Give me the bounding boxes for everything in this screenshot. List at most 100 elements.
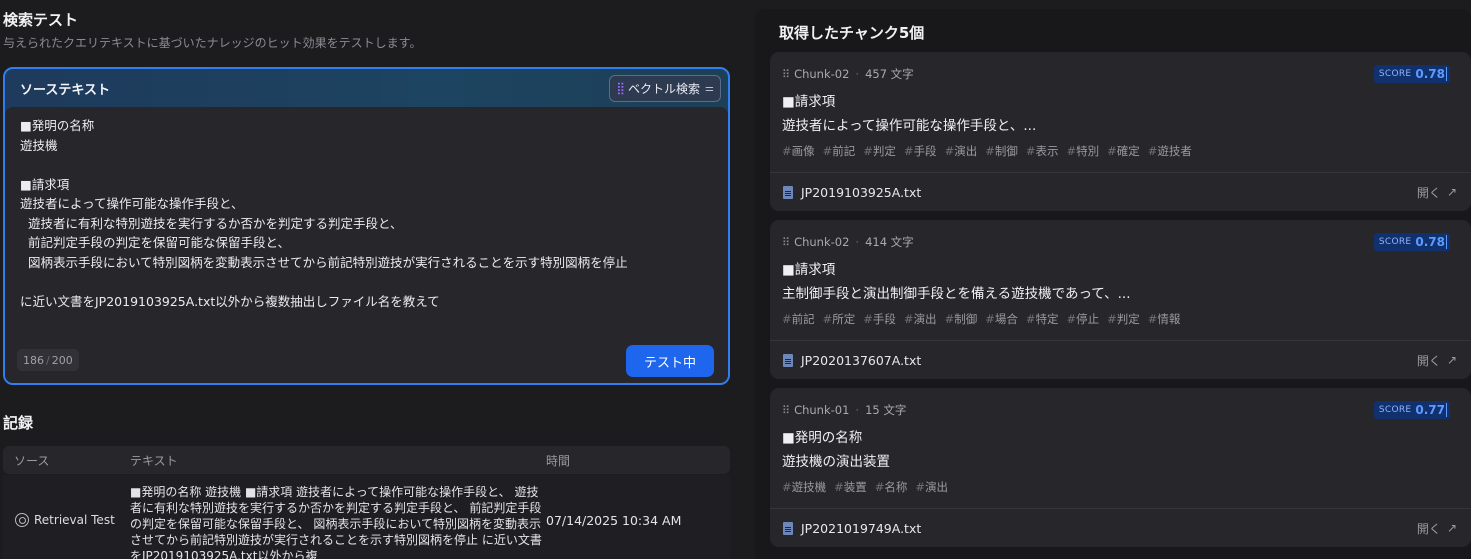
keyword-tag: #制御	[985, 144, 1018, 158]
results-panel: 取得したチャンク5個 ⠿ Chunk-02 · 457 文字 SCORE 0.7…	[755, 9, 1471, 559]
vector-search-button[interactable]: ⣿ ベクトル検索 ⚌	[609, 74, 721, 102]
keyword-tag: #遊技者	[1147, 144, 1192, 158]
chunk-meta: ⠿ Chunk-01 · 15 文字	[782, 402, 906, 418]
drag-grid-icon: ⠿	[782, 67, 790, 81]
records-table-header: ソース テキスト 時間	[3, 446, 730, 474]
column-header-source: ソース	[14, 453, 50, 468]
chunk-content: 主制御手段と演出制御手段とを備える遊技機であって、...	[782, 286, 1131, 302]
score-label: SCORE	[1378, 69, 1412, 79]
keyword-tag: #判定	[1107, 312, 1140, 326]
test-button[interactable]: テスト中	[626, 345, 714, 377]
chunk-footer: JP2020137607A.txt 開く ↗	[770, 340, 1471, 379]
chunk-size: 457 文字	[865, 67, 914, 81]
chunk-size: 414 文字	[865, 235, 914, 249]
arrow-up-right-icon: ↗	[1446, 521, 1457, 535]
score-label: SCORE	[1378, 237, 1412, 247]
meta-separator: ·	[855, 403, 860, 417]
keyword-tag: #特定	[1025, 312, 1059, 326]
keyword-tag: #前記	[822, 144, 856, 158]
drag-grid-icon: ⠿	[782, 403, 790, 417]
keyword-tag: #遊技機	[782, 480, 827, 494]
keyword-tag: #演出	[903, 312, 937, 326]
arrow-up-right-icon: ↗	[1446, 185, 1457, 199]
query-textarea[interactable]: ■発明の名称 遊技機 ■請求項 遊技者によって操作可能な操作手段と、 遊技者に有…	[20, 116, 720, 311]
chunk-id: Chunk-02	[794, 67, 850, 81]
keyword-tag: #手段	[903, 144, 937, 158]
page-description: 与えられたクエリテキストに基づいたナレッジのヒット効果をテストします。	[3, 36, 422, 50]
open-label: 開く	[1416, 185, 1441, 200]
char-counter: 186 / 200	[17, 349, 79, 371]
open-label: 開く	[1416, 521, 1441, 536]
chunk-footer: JP2021019749A.txt 開く ↗	[770, 508, 1471, 547]
score-value: 0.77	[1415, 403, 1447, 417]
record-source-cell: Retrieval Test	[3, 513, 127, 527]
keyword-tag: #特別	[1066, 144, 1100, 158]
drag-grid-icon: ⠿	[782, 235, 790, 249]
score-value: 0.78	[1415, 235, 1447, 249]
column-header-time: 時間	[546, 453, 571, 468]
keyword-tag: #名称	[874, 480, 908, 494]
keyword-tag: #情報	[1147, 312, 1181, 326]
open-label: 開く	[1416, 353, 1441, 368]
chunk-content: 遊技者によって操作可能な操作手段と、...	[782, 118, 1037, 134]
keyword-tag: #停止	[1066, 312, 1100, 326]
document-icon	[783, 185, 793, 199]
score-badge: SCORE 0.77	[1373, 401, 1450, 419]
score-badge: SCORE 0.78	[1373, 65, 1450, 83]
source-header: ソーステキスト ⣿ ベクトル検索 ⚌	[5, 69, 728, 107]
char-counter-separator: /	[46, 353, 50, 367]
document-icon	[783, 353, 793, 367]
chunk-size: 15 文字	[865, 403, 907, 417]
chunk-keywords: #画像 #前記 #判定 #手段 #演出 #制御 #表示 #特別 #確定 #遊技者	[782, 143, 1192, 159]
file-name: JP2019103925A.txt	[801, 184, 922, 200]
char-count: 186	[23, 353, 44, 367]
keyword-tag: #演出	[944, 144, 978, 158]
score-label: SCORE	[1378, 405, 1412, 415]
query-input-area[interactable]: ■発明の名称 遊技機 ■請求項 遊技者によって操作可能な操作手段と、 遊技者に有…	[5, 107, 728, 383]
keyword-tag: #表示	[1025, 144, 1059, 158]
keyword-tag: #制御	[944, 312, 978, 326]
chunk-card[interactable]: ⠿ Chunk-02 · 457 文字 SCORE 0.78 ■請求項 遊技者に…	[770, 52, 1471, 211]
test-panel: 検索テスト 与えられたクエリテキストに基づいたナレッジのヒット効果をテストします…	[0, 0, 735, 559]
open-link[interactable]: 開く ↗	[1417, 520, 1457, 537]
vector-search-label: ベクトル検索	[628, 81, 701, 96]
chunk-heading: ■請求項	[782, 262, 836, 278]
score-badge: SCORE 0.78	[1373, 233, 1450, 251]
chunk-heading: ■発明の名称	[782, 430, 863, 446]
column-header-text: テキスト	[130, 453, 178, 468]
open-link[interactable]: 開く ↗	[1417, 352, 1457, 369]
meta-separator: ·	[855, 67, 860, 81]
keyword-tag: #前記	[782, 312, 815, 326]
document-icon	[783, 521, 793, 535]
table-row[interactable]: Retrieval Test ■発明の名称 遊技機 ■請求項 遊技者によって操作…	[3, 475, 730, 559]
chunk-content: 遊技機の演出装置	[782, 454, 890, 470]
vector-grid-icon: ⣿	[616, 81, 626, 95]
file-name: JP2021019749A.txt	[801, 520, 922, 536]
keyword-tag: #場合	[985, 312, 1018, 326]
records-table: ソース テキスト 時間 Retrieval Test ■発明の名称 遊技機 ■請…	[3, 446, 730, 559]
records-title: 記録	[3, 414, 34, 432]
target-icon	[15, 513, 29, 527]
score-value: 0.78	[1415, 67, 1447, 81]
chunk-card[interactable]: ⠿ Chunk-01 · 15 文字 SCORE 0.77 ■発明の名称 遊技機…	[770, 388, 1471, 547]
char-max: 200	[51, 353, 73, 367]
record-time: 07/14/2025 10:34 AM	[546, 512, 682, 528]
chunk-keywords: #遊技機 #装置 #名称 #演出	[782, 479, 948, 495]
chunk-heading: ■請求項	[782, 94, 836, 110]
results-title: 取得したチャンク5個	[779, 24, 925, 42]
file-name: JP2020137607A.txt	[801, 352, 922, 368]
open-link[interactable]: 開く ↗	[1417, 184, 1457, 201]
chunk-keywords: #前記 #所定 #手段 #演出 #制御 #場合 #特定 #停止 #判定 #情報	[782, 311, 1180, 327]
record-text: ■発明の名称 遊技機 ■請求項 遊技者によって操作可能な操作手段と、 遊技者に有…	[130, 485, 542, 559]
keyword-tag: #所定	[822, 312, 856, 326]
keyword-tag: #装置	[834, 480, 867, 494]
chunk-id: Chunk-01	[794, 403, 850, 417]
page-title: 検索テスト	[3, 11, 79, 29]
chunk-footer: JP2019103925A.txt 開く ↗	[770, 172, 1471, 211]
keyword-tag: #確定	[1107, 144, 1140, 158]
chunk-card[interactable]: ⠿ Chunk-02 · 414 文字 SCORE 0.78 ■請求項 主制御手…	[770, 220, 1471, 379]
keyword-tag: #手段	[863, 312, 896, 326]
arrow-up-right-icon: ↗	[1446, 353, 1457, 367]
source-text-card: ソーステキスト ⣿ ベクトル検索 ⚌ ■発明の名称 遊技機 ■請求項 遊技者によ…	[3, 67, 730, 385]
record-source: Retrieval Test	[34, 513, 115, 527]
